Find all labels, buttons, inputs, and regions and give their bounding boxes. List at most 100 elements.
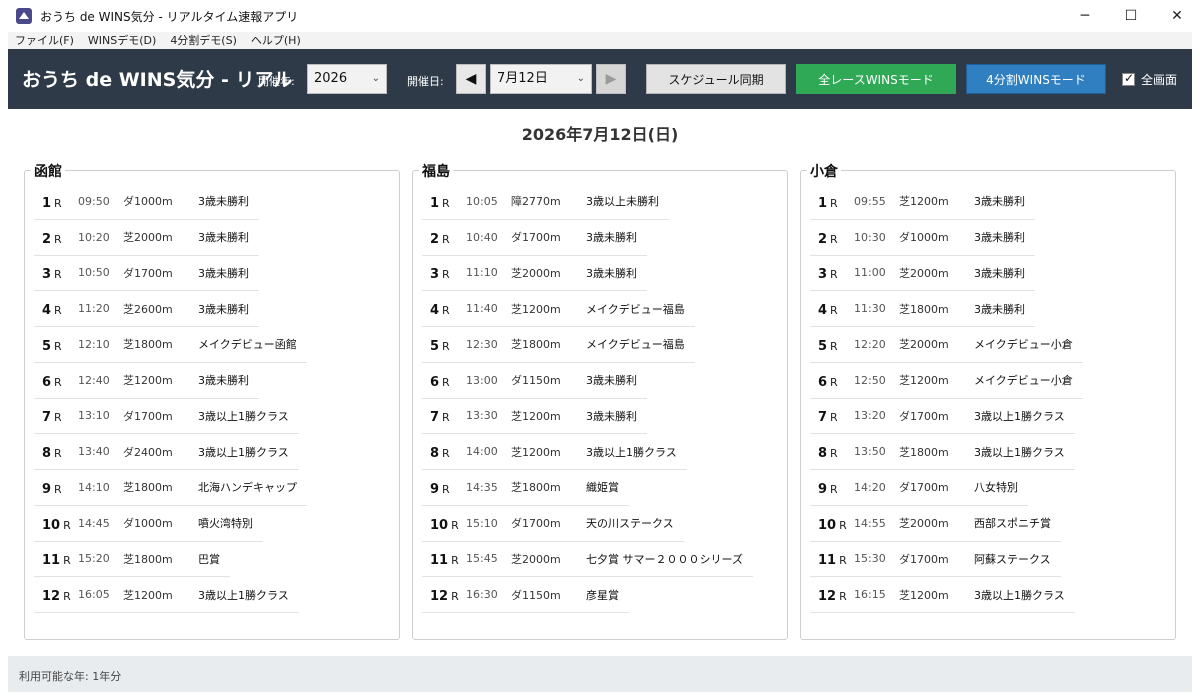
- race-number-value: 10: [430, 517, 449, 533]
- race-row[interactable]: 6 R 13:00 ダ1150m 3歳未勝利: [422, 363, 647, 399]
- race-row[interactable]: 1 R 10:05 障2770m 3歳以上未勝利: [422, 184, 669, 220]
- race-number-value: 12: [430, 589, 449, 605]
- race-number-suffix: R: [830, 411, 838, 425]
- venue-title: 小倉: [807, 161, 841, 181]
- year-select[interactable]: 2026 ⌄: [307, 64, 387, 94]
- menu-four-split-demo[interactable]: 4分割デモ(S): [163, 32, 244, 49]
- race-time: 15:30: [854, 552, 886, 566]
- race-row[interactable]: 3 R 11:10 芝2000m 3歳未勝利: [422, 256, 647, 292]
- race-row[interactable]: 12 R 16:30 ダ1150m 彦星賞: [422, 577, 629, 613]
- race-number-value: 8: [818, 446, 828, 462]
- fullscreen-checkbox[interactable]: [1122, 71, 1135, 86]
- race-course: 芝1200m: [899, 195, 949, 209]
- race-name: 3歳以上1勝クラス: [198, 588, 289, 602]
- fullscreen-toggle[interactable]: 全画面: [1122, 71, 1177, 88]
- race-name: メイクデビュー小倉: [974, 374, 1073, 388]
- race-name: 3歳未勝利: [198, 195, 249, 209]
- race-number-value: 6: [818, 374, 828, 390]
- race-row[interactable]: 7 R 13:20 ダ1700m 3歳以上1勝クラス: [810, 399, 1075, 435]
- race-number-value: 3: [42, 267, 52, 283]
- race-row[interactable]: 10 R 14:45 ダ1000m 噴火湾特別: [34, 506, 263, 542]
- race-time: 09:50: [78, 194, 110, 208]
- menu-wins-demo[interactable]: WINSデモ(D): [81, 32, 163, 49]
- race-row[interactable]: 12 R 16:05 芝1200m 3歳以上1勝クラス: [34, 577, 299, 613]
- menu-file[interactable]: ファイル(F): [8, 32, 81, 49]
- race-row[interactable]: 6 R 12:50 芝1200m メイクデビュー小倉: [810, 363, 1083, 399]
- chevron-down-icon: ⌄: [371, 73, 380, 84]
- race-name: 織姫賞: [586, 481, 619, 495]
- prev-date-button[interactable]: ◀: [456, 64, 486, 94]
- race-course: 芝1200m: [511, 445, 561, 459]
- race-time: 11:20: [78, 302, 110, 316]
- race-time: 14:55: [854, 516, 886, 530]
- four-split-wins-mode-button[interactable]: 4分割WINSモード: [966, 64, 1106, 94]
- race-row[interactable]: 4 R 11:20 芝2600m 3歳未勝利: [34, 291, 259, 327]
- menu-help[interactable]: ヘルプ(H): [244, 32, 308, 49]
- race-number: 8R: [34, 442, 78, 461]
- race-row[interactable]: 3 R 10:50 ダ1700m 3歳未勝利: [34, 256, 259, 292]
- race-name: 噴火湾特別: [198, 517, 253, 531]
- race-time: 14:00: [466, 445, 498, 459]
- race-time: 10:20: [78, 230, 110, 244]
- race-row[interactable]: 12 R 16:15 芝1200m 3歳以上1勝クラス: [810, 577, 1075, 613]
- race-course: ダ1150m: [511, 588, 561, 602]
- race-name: 3歳未勝利: [586, 374, 637, 388]
- race-row[interactable]: 8 R 13:40 ダ2400m 3歳以上1勝クラス: [34, 434, 299, 470]
- race-number-value: 4: [818, 303, 828, 319]
- main-content: 2026年7月12日(日) 函館 1 R 09:50 ダ1000m 3歳未勝利 2 R 10:…: [8, 109, 1192, 656]
- race-number-suffix: R: [839, 590, 847, 604]
- race-row[interactable]: 2 R 10:20 芝2000m 3歳未勝利: [34, 220, 259, 256]
- race-number: 8R: [422, 442, 466, 461]
- maximize-button[interactable]: ☐: [1108, 0, 1154, 32]
- race-row[interactable]: 9 R 14:10 芝1800m 北海ハンデキャップ: [34, 470, 307, 506]
- race-row[interactable]: 2 R 10:30 ダ1000m 3歳未勝利: [810, 220, 1035, 256]
- race-row[interactable]: 1 R 09:55 芝1200m 3歳未勝利: [810, 184, 1035, 220]
- race-row[interactable]: 1 R 09:50 ダ1000m 3歳未勝利: [34, 184, 259, 220]
- race-row[interactable]: 10 R 14:55 芝2000m 西部スポニチ賞: [810, 506, 1061, 542]
- race-number: 11 R: [34, 549, 78, 568]
- schedule-sync-button[interactable]: スケジュール同期: [646, 64, 786, 94]
- race-number: 3R: [422, 263, 466, 282]
- minimize-button[interactable]: ─: [1062, 0, 1108, 32]
- race-number: 5R: [422, 335, 466, 354]
- next-date-button[interactable]: ▶: [596, 64, 626, 94]
- race-row[interactable]: 9 R 14:20 ダ1700m 八女特別: [810, 470, 1028, 506]
- race-number-value: 11: [430, 553, 449, 569]
- race-number: 1R: [810, 192, 854, 211]
- date-select[interactable]: 7月12日 ⌄: [490, 64, 592, 94]
- race-row[interactable]: 8 R 14:00 芝1200m 3歳以上1勝クラス: [422, 434, 687, 470]
- race-course: 芝2000m: [123, 231, 173, 245]
- race-name: 3歳以上1勝クラス: [974, 588, 1065, 602]
- date-label: 開催日:: [407, 75, 444, 88]
- race-time: 13:20: [854, 409, 886, 423]
- race-time: 12:50: [854, 373, 886, 387]
- race-number-value: 1: [42, 195, 52, 211]
- window-controls: ─ ☐ ✕: [1062, 0, 1200, 32]
- race-row[interactable]: 8 R 13:50 芝1800m 3歳以上1勝クラス: [810, 434, 1075, 470]
- race-number-suffix: R: [442, 482, 450, 496]
- race-row[interactable]: 9 R 14:35 芝1800m 織姫賞: [422, 470, 629, 506]
- race-row[interactable]: 4 R 11:30 芝1800m 3歳未勝利: [810, 291, 1035, 327]
- race-time: 14:35: [466, 480, 498, 494]
- all-race-wins-mode-button[interactable]: 全レースWINSモード: [796, 64, 956, 94]
- race-row[interactable]: 11 R 15:45 芝2000m 七夕賞 サマー２０００シリーズ: [422, 542, 753, 578]
- date-heading: 2026年7月12日(日): [521, 125, 679, 144]
- race-number-suffix: R: [442, 196, 450, 210]
- race-row[interactable]: 11 R 15:20 芝1800m 巴賞: [34, 542, 230, 578]
- race-row[interactable]: 5 R 12:20 芝2000m メイクデビュー小倉: [810, 327, 1083, 363]
- close-button[interactable]: ✕: [1154, 0, 1200, 32]
- race-row[interactable]: 4 R 11:40 芝1200m メイクデビュー福島: [422, 291, 695, 327]
- race-row[interactable]: 7 R 13:10 ダ1700m 3歳以上1勝クラス: [34, 399, 299, 435]
- race-row[interactable]: 7 R 13:30 芝1200m 3歳未勝利: [422, 399, 647, 435]
- race-number-suffix: R: [54, 232, 62, 246]
- race-number: 2R: [810, 228, 854, 247]
- race-row[interactable]: 6 R 12:40 芝1200m 3歳未勝利: [34, 363, 259, 399]
- race-row[interactable]: 3 R 11:00 芝2000m 3歳未勝利: [810, 256, 1035, 292]
- race-number: 1R: [34, 192, 78, 211]
- race-row[interactable]: 11 R 15:30 ダ1700m 阿蘇ステークス: [810, 542, 1061, 578]
- race-row[interactable]: 5 R 12:30 芝1800m メイクデビュー福島: [422, 327, 695, 363]
- race-time: 11:00: [854, 266, 886, 280]
- race-row[interactable]: 2 R 10:40 ダ1700m 3歳未勝利: [422, 220, 647, 256]
- race-row[interactable]: 10 R 15:10 ダ1700m 天の川ステークス: [422, 506, 684, 542]
- race-row[interactable]: 5 R 12:10 芝1800m メイクデビュー函館: [34, 327, 307, 363]
